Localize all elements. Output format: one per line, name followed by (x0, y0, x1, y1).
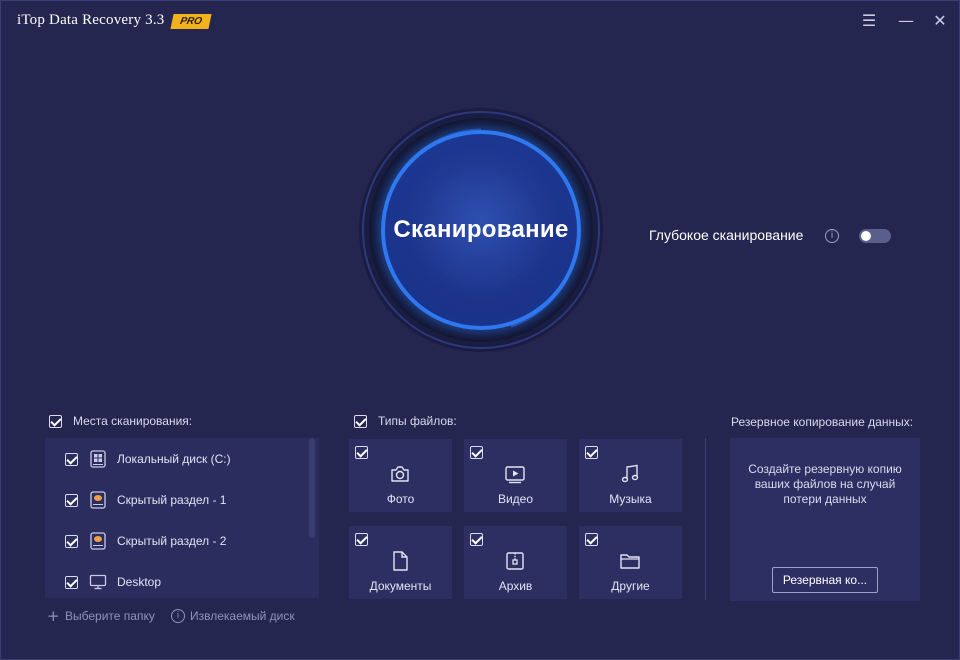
location-label: Локальный диск (C:) (117, 452, 231, 466)
scan-button[interactable]: Сканирование (381, 130, 581, 330)
list-item-desktop[interactable]: Desktop (45, 562, 307, 598)
section-divider (705, 438, 706, 600)
file-type-music[interactable]: Музыка (579, 439, 682, 512)
file-type-other[interactable]: Другие (579, 526, 682, 599)
camera-icon (391, 466, 409, 482)
list-item-hidden-1[interactable]: Скрытый раздел - 1 (45, 480, 307, 520)
file-types-select-all-checkbox[interactable] (354, 415, 367, 428)
file-type-photo[interactable]: Фото (349, 439, 452, 512)
locations-list: Локальный диск (C:) Скрытый раздел - 1 С… (45, 438, 319, 598)
file-type-label: Фото (386, 492, 415, 506)
file-type-label: Документы (369, 579, 432, 593)
file-type-checkbox[interactable] (355, 533, 368, 546)
scan-button-label: Сканирование (393, 216, 569, 243)
app-window: iTop Data Recovery 3.3 PRO ☰ — ✕ Сканиро… (0, 0, 960, 660)
scan-area: Сканирование (331, 106, 631, 356)
info-icon[interactable]: i (825, 229, 839, 243)
location-checkbox[interactable] (65, 453, 78, 466)
file-type-label: Видео (497, 492, 534, 506)
backup-button[interactable]: Резервная ко... (772, 567, 878, 593)
location-checkbox[interactable] (65, 494, 78, 507)
file-type-checkbox[interactable] (470, 533, 483, 546)
file-types-header-label: Типы файлов: (378, 414, 457, 428)
location-label: Скрытый раздел - 1 (117, 493, 227, 507)
scrollbar[interactable] (309, 438, 315, 538)
music-note-icon (621, 464, 639, 483)
info-icon: i (171, 609, 185, 623)
location-checkbox[interactable] (65, 535, 78, 548)
file-type-label: Другие (611, 579, 650, 593)
locations-select-all-checkbox[interactable] (49, 415, 62, 428)
removable-disk-label: Извлекаемый диск (190, 609, 295, 623)
list-item-local-disk[interactable]: Локальный диск (C:) (45, 439, 307, 479)
title-bar: iTop Data Recovery 3.3 PRO ☰ — ✕ (1, 1, 959, 41)
close-button[interactable]: ✕ (928, 9, 952, 33)
document-icon (393, 551, 408, 571)
folder-icon (620, 554, 640, 569)
file-type-archive[interactable]: Архив (464, 526, 567, 599)
file-type-label: Архив (498, 579, 533, 593)
monitor-icon (89, 574, 107, 590)
deep-scan-toggle[interactable] (859, 229, 891, 243)
file-type-checkbox[interactable] (470, 446, 483, 459)
windows-drive-icon (90, 450, 106, 468)
pro-badge: PRO (170, 14, 212, 29)
location-label: Скрытый раздел - 2 (117, 534, 227, 548)
file-type-checkbox[interactable] (585, 446, 598, 459)
deep-scan-label: Глубокое сканирование (649, 227, 804, 243)
file-type-checkbox[interactable] (355, 446, 368, 459)
plus-icon: + (47, 607, 60, 625)
hidden-drive-icon (90, 491, 106, 509)
archive-icon (506, 552, 524, 570)
backup-header: Резервное копирование данных: (731, 415, 914, 429)
file-type-video[interactable]: Видео (464, 439, 567, 512)
locations-header-label: Места сканирования: (73, 414, 193, 428)
list-item-hidden-2[interactable]: Скрытый раздел - 2 (45, 521, 307, 561)
minimize-button[interactable]: — (894, 9, 918, 33)
video-icon (505, 466, 525, 484)
file-type-checkbox[interactable] (585, 533, 598, 546)
toggle-knob (861, 231, 871, 241)
file-type-documents[interactable]: Документы (349, 526, 452, 599)
app-title: iTop Data Recovery 3.3 (17, 12, 165, 28)
backup-panel: Создайте резервную копию ваших файлов на… (730, 438, 920, 601)
backup-description: Создайте резервную копию ваших файлов на… (748, 462, 902, 506)
select-folder-label: Выберите папку (65, 609, 155, 623)
file-type-label: Музыка (609, 492, 652, 506)
location-checkbox[interactable] (65, 576, 78, 589)
location-label: Desktop (117, 575, 162, 589)
hidden-drive-icon (90, 532, 106, 550)
menu-button[interactable]: ☰ (857, 9, 881, 33)
